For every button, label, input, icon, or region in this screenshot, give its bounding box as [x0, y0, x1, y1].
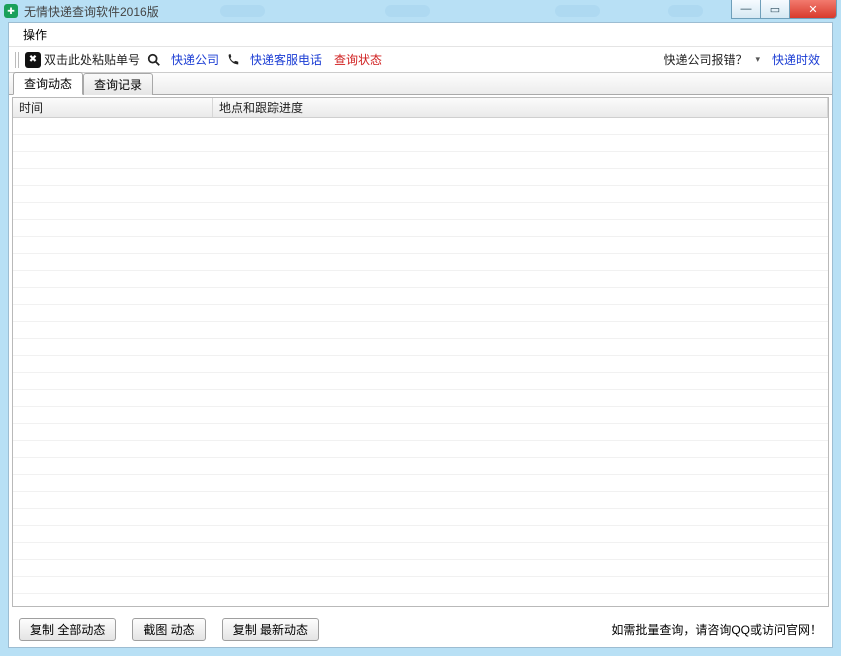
tab-query-dynamic[interactable]: 查询动态 [13, 72, 83, 95]
tabbar: 查询动态 查询记录 [9, 73, 832, 95]
tab-query-history[interactable]: 查询记录 [83, 73, 153, 95]
list-row [13, 305, 828, 322]
titlebar: ✚ 无情快递查询软件2016版 — ▭ ✕ [0, 0, 841, 22]
delivery-timing-link[interactable]: 快递时效 [772, 51, 820, 68]
list-row [13, 203, 828, 220]
window-title: 无情快递查询软件2016版 [24, 3, 159, 20]
window-controls: — ▭ ✕ [732, 0, 837, 19]
list-row [13, 118, 828, 135]
list-row [13, 577, 828, 594]
list-row [13, 475, 828, 492]
list-row [13, 424, 828, 441]
list-row [13, 526, 828, 543]
list-row [13, 152, 828, 169]
list-row [13, 254, 828, 271]
footer-note: 如需批量查询，请咨询QQ或访问官网！ [611, 621, 822, 638]
clear-icon[interactable]: ✖ [25, 52, 41, 68]
app-window: 操作 ✖ 双击此处粘贴单号 快递公司 快递客服电话 查询状态 快递公司报错？ ▾… [8, 22, 833, 648]
list-row [13, 135, 828, 152]
list-row [13, 186, 828, 203]
footer: 复制 全部动态 截图 动态 复制 最新动态 如需批量查询，请咨询QQ或访问官网！ [9, 611, 832, 647]
query-status-link[interactable]: 查询状态 [334, 51, 382, 68]
list-row [13, 356, 828, 373]
list-row [13, 339, 828, 356]
list-row [13, 271, 828, 288]
list-row [13, 390, 828, 407]
list-body[interactable] [13, 118, 828, 606]
app-icon: ✚ [4, 4, 18, 18]
list-row [13, 237, 828, 254]
minimize-button[interactable]: — [731, 0, 761, 19]
column-time[interactable]: 时间 [13, 98, 213, 117]
list-row [13, 492, 828, 509]
results-listview: 时间 地点和跟踪进度 [12, 97, 829, 607]
paste-hint[interactable]: 双击此处粘贴单号 [44, 51, 140, 68]
dropdown-arrow-icon[interactable]: ▾ [755, 54, 760, 65]
courier-company-link[interactable]: 快递公司 [171, 51, 219, 68]
copy-latest-button[interactable]: 复制 最新动态 [222, 618, 319, 641]
list-row [13, 458, 828, 475]
list-row [13, 543, 828, 560]
list-row [13, 169, 828, 186]
toolbar: ✖ 双击此处粘贴单号 快递公司 快递客服电话 查询状态 快递公司报错？ ▾ 快递… [9, 47, 832, 73]
customer-phone-link[interactable]: 快递客服电话 [250, 51, 322, 68]
close-button[interactable]: ✕ [789, 0, 837, 19]
list-row [13, 594, 828, 606]
list-row [13, 509, 828, 526]
screenshot-button[interactable]: 截图 动态 [132, 618, 205, 641]
list-row [13, 373, 828, 390]
column-location[interactable]: 地点和跟踪进度 [213, 98, 828, 117]
menu-operate[interactable]: 操作 [17, 23, 53, 46]
list-header: 时间 地点和跟踪进度 [13, 98, 828, 118]
menubar: 操作 [9, 23, 832, 47]
maximize-button[interactable]: ▭ [760, 0, 790, 19]
copy-all-button[interactable]: 复制 全部动态 [19, 618, 116, 641]
report-error-label[interactable]: 快递公司报错？ [663, 51, 747, 68]
toolbar-grip [15, 52, 21, 68]
list-row [13, 322, 828, 339]
list-row [13, 288, 828, 305]
list-row [13, 220, 828, 237]
list-row [13, 441, 828, 458]
list-row [13, 407, 828, 424]
phone-icon [225, 52, 241, 68]
list-row [13, 560, 828, 577]
search-icon [146, 52, 162, 68]
